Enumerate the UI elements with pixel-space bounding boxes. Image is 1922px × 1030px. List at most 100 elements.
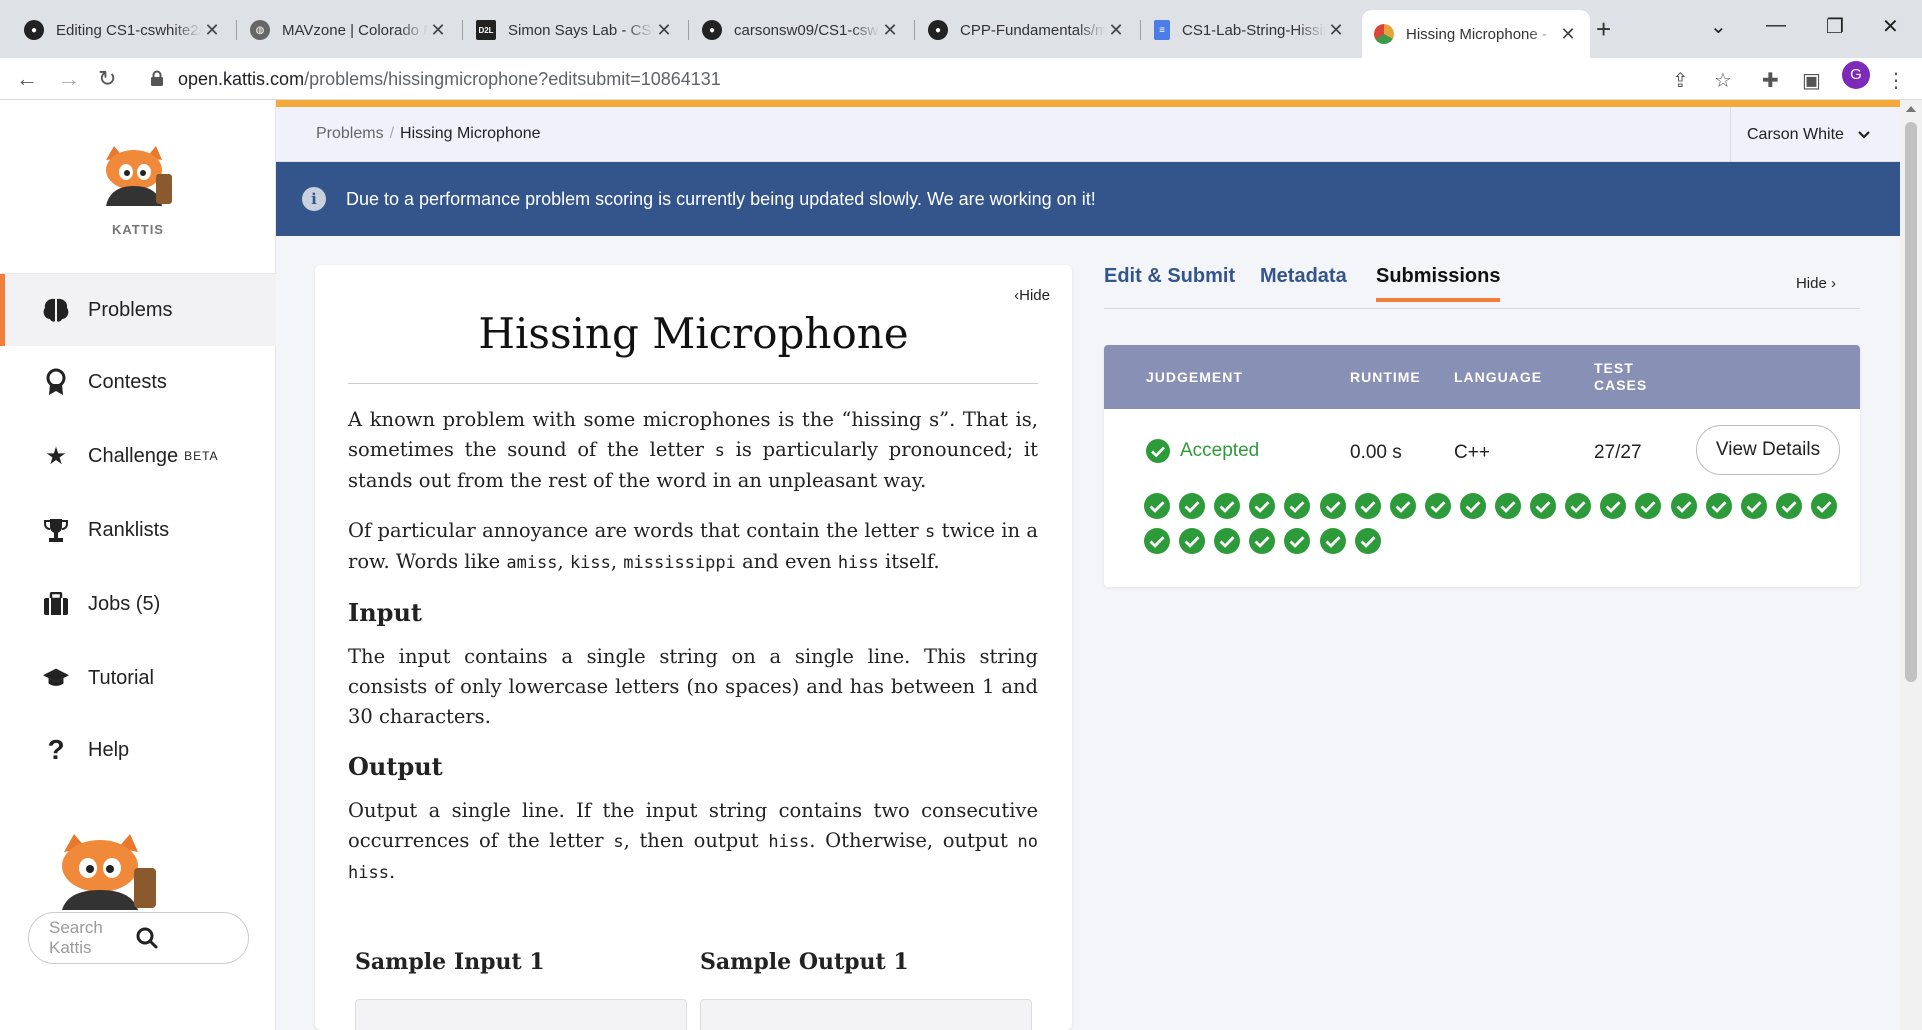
test-case-check-icon xyxy=(1635,493,1662,519)
panel-tabs: Edit & Submit Metadata Submissions Hide … xyxy=(1104,265,1860,309)
menu-icon[interactable]: ⋮ xyxy=(1886,68,1906,93)
scroll-up-icon[interactable] xyxy=(1906,106,1916,112)
test-case-check-icon xyxy=(1459,493,1486,519)
breadcrumb-problems-link[interactable]: Problems xyxy=(316,125,384,142)
sidebar-item-contests[interactable]: Contests xyxy=(0,346,276,418)
problem-paragraph: Of particular annoyance are words that c… xyxy=(348,519,1038,573)
question-icon: ? xyxy=(47,734,65,765)
accent-stripe xyxy=(276,100,1900,107)
bookmark-star-icon[interactable]: ☆ xyxy=(1714,68,1732,93)
sidebar-item-jobs[interactable]: Jobs (5) xyxy=(0,568,276,640)
share-icon[interactable]: ⇪ xyxy=(1672,68,1689,93)
column-header-language: LANGUAGE xyxy=(1454,369,1543,385)
restore-icon[interactable]: ❐ xyxy=(1826,14,1844,39)
notice-banner: i Due to a performance problem scoring i… xyxy=(276,162,1900,236)
user-name: Carson White xyxy=(1747,125,1844,143)
test-case-check-icon xyxy=(1670,493,1697,519)
column-header-test-cases: TEST CASES xyxy=(1594,360,1648,393)
sample-input-box[interactable] xyxy=(355,999,687,1030)
browser-tab[interactable]: ≡ CS1-Lab-String-Hissin ✕ xyxy=(1142,10,1358,50)
hide-problem-button[interactable]: ‹Hide xyxy=(1014,287,1050,304)
medal-icon xyxy=(42,368,70,396)
kattis-logo[interactable] xyxy=(96,146,180,206)
url-field[interactable]: open.kattis.com/problems/hissingmicropho… xyxy=(178,69,721,90)
sidebar-item-label: Jobs (5) xyxy=(88,592,161,615)
submissions-table: JUDGEMENT RUNTIME LANGUAGE TEST CASES Ac… xyxy=(1104,345,1860,587)
breadcrumb-bar: Problems / Hissing Microphone Carson White xyxy=(276,107,1900,162)
lock-icon[interactable] xyxy=(150,70,164,86)
test-case-check-icon xyxy=(1354,493,1381,519)
minimize-icon[interactable]: — xyxy=(1766,14,1786,37)
sidebar-item-challenge[interactable]: ★ Challenge BETA xyxy=(0,420,276,492)
banner-text: Due to a performance problem scoring is … xyxy=(346,188,1096,209)
close-tab-icon[interactable]: ✕ xyxy=(1326,20,1346,41)
browser-tab[interactable]: ◍ MAVzone | Colorado M ✕ xyxy=(238,10,460,50)
browser-tab[interactable]: ● carsonsw09/CS1-cswh ✕ xyxy=(690,10,912,50)
browser-tab[interactable]: ● Editing CS1-cswhite2/ ✕ xyxy=(12,10,234,50)
close-tab-icon[interactable]: ✕ xyxy=(1106,20,1126,41)
new-tab-button[interactable]: + xyxy=(1596,14,1611,45)
test-case-check-icon xyxy=(1249,493,1276,519)
kattis-icon xyxy=(1374,24,1394,44)
sidebar-item-problems[interactable]: Problems xyxy=(0,274,276,346)
brain-icon xyxy=(42,296,70,324)
sidebar-item-tutorial[interactable]: Tutorial xyxy=(0,642,276,714)
browser-tab[interactable]: ● CPP-Fundamentals/m ✕ xyxy=(916,10,1138,50)
test-case-check-icon xyxy=(1775,493,1802,519)
close-window-icon[interactable]: ✕ xyxy=(1882,14,1899,39)
judgement-label: Accepted xyxy=(1180,440,1260,461)
sidebar: KATTIS Problems Contests ★ Challenge BETA… xyxy=(0,100,276,1030)
scrollbar-thumb[interactable] xyxy=(1905,122,1917,682)
user-menu[interactable]: Carson White xyxy=(1730,107,1900,162)
tab-metadata[interactable]: Metadata xyxy=(1260,265,1347,288)
search-input[interactable]: Search Kattis xyxy=(28,912,249,964)
forward-icon[interactable]: → xyxy=(58,66,80,92)
view-details-button[interactable]: View Details xyxy=(1696,425,1840,475)
reload-icon[interactable]: ↻ xyxy=(98,66,116,92)
page-scrollbar[interactable] xyxy=(1900,100,1922,1030)
search-icon[interactable] xyxy=(136,927,223,949)
sidebar-item-label: Help xyxy=(88,738,130,761)
breadcrumb-current: Hissing Microphone xyxy=(400,125,541,142)
test-case-check-icon xyxy=(1530,493,1557,519)
test-case-check-icon xyxy=(1214,528,1241,554)
logo-text: KATTIS xyxy=(112,222,164,237)
test-case-check-icon xyxy=(1284,528,1311,554)
sidebar-item-help[interactable]: ? Help xyxy=(0,714,276,786)
search-placeholder: Search Kattis xyxy=(49,918,103,957)
github-icon: ● xyxy=(24,20,44,40)
globe-icon: ◍ xyxy=(250,20,270,40)
close-tab-icon[interactable]: ✕ xyxy=(654,20,674,41)
profile-avatar[interactable]: G xyxy=(1842,61,1870,89)
tab-search-icon[interactable]: ⌄ xyxy=(1710,14,1727,39)
test-case-check-icon xyxy=(1144,528,1170,554)
browser-tab[interactable]: D2L Simon Says Lab - CSC ✕ xyxy=(464,10,686,50)
sidebar-item-ranklists[interactable]: Ranklists xyxy=(0,494,276,566)
sample-output-box[interactable] xyxy=(700,999,1032,1030)
tab-submissions[interactable]: Submissions xyxy=(1376,265,1501,302)
test-case-check-icon xyxy=(1705,493,1732,519)
close-tab-icon[interactable]: ✕ xyxy=(202,20,222,41)
judgement-status: Accepted xyxy=(1146,439,1259,463)
close-tab-icon[interactable]: ✕ xyxy=(428,20,448,41)
test-case-check-icon xyxy=(1389,493,1416,519)
browser-tab-active[interactable]: Hissing Microphone - ✕ xyxy=(1362,10,1590,58)
side-panel-icon[interactable]: ▣ xyxy=(1802,68,1821,93)
beta-badge: BETA xyxy=(184,449,219,463)
table-header: JUDGEMENT RUNTIME LANGUAGE TEST CASES xyxy=(1104,345,1860,409)
close-tab-icon[interactable]: ✕ xyxy=(880,20,900,41)
back-icon[interactable]: ← xyxy=(16,66,38,92)
tab-edit-submit[interactable]: Edit & Submit xyxy=(1104,265,1235,288)
trophy-icon xyxy=(42,516,70,544)
sidebar-item-label: Tutorial xyxy=(88,666,154,689)
extensions-icon[interactable]: ✚ xyxy=(1762,68,1779,93)
close-tab-icon[interactable]: ✕ xyxy=(1558,24,1578,45)
test-case-check-icon xyxy=(1495,493,1521,519)
input-heading: Input xyxy=(348,598,422,627)
breadcrumb-separator: / xyxy=(389,125,395,142)
language-value: C++ xyxy=(1454,442,1490,463)
hide-panel-button[interactable]: Hide › xyxy=(1796,275,1836,292)
sidebar-item-label: Challenge xyxy=(88,444,179,467)
output-description: Output a single line. If the input strin… xyxy=(348,799,1038,883)
chevron-right-icon: › xyxy=(1831,275,1836,292)
